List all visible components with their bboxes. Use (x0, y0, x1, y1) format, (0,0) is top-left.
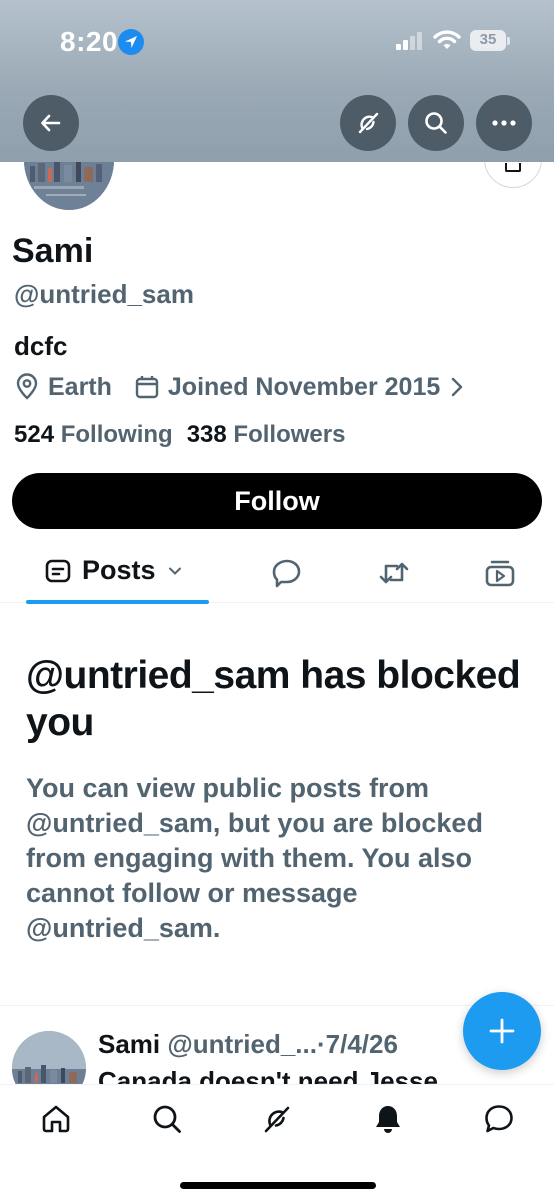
followers-label: Followers (233, 421, 346, 448)
tab-posts[interactable]: Posts (44, 555, 182, 586)
blocked-title: @untried_sam has blocked you (26, 654, 521, 744)
search-button[interactable] (408, 95, 464, 151)
tab-active-indicator (26, 600, 209, 604)
chevron-down-icon (168, 566, 182, 576)
bell-plus-icon (505, 163, 521, 172)
battery-nub (507, 37, 510, 45)
followers-count: 338 (186, 421, 227, 448)
grok-icon[interactable] (261, 1103, 293, 1135)
location-pin-icon (14, 373, 40, 401)
location-arrow-icon (118, 29, 144, 55)
profile-location: Earth (48, 372, 112, 401)
search-icon (425, 112, 447, 134)
profile-header: 8:20 35 (0, 0, 554, 162)
chevron-right-icon[interactable] (450, 376, 464, 398)
tweet-date: 7/4/26 (325, 1029, 398, 1059)
notifications-icon[interactable] (372, 1103, 404, 1135)
more-button[interactable] (476, 95, 532, 151)
home-icon[interactable] (40, 1103, 72, 1135)
messages-icon[interactable] (483, 1103, 515, 1135)
tweet-author-name[interactable]: Sami (98, 1029, 160, 1059)
tweet-separator: · (316, 1029, 326, 1059)
posts-icon (44, 557, 72, 585)
profile-stats: 524 Following 338 Followers (14, 421, 345, 449)
followers-link[interactable]: 338 Followers (187, 421, 346, 448)
calendar-icon (134, 374, 160, 400)
tweet-header: Sami @untried_...·7/4/26 (98, 1029, 398, 1060)
following-link[interactable]: 524 Following (14, 421, 173, 448)
home-indicator (180, 1182, 376, 1189)
follow-button[interactable]: Follow (12, 473, 542, 529)
bottom-nav (0, 1084, 554, 1200)
battery-level: 35 (479, 31, 497, 48)
tweet-author-handle[interactable]: @untried_... (167, 1029, 317, 1059)
compose-button[interactable] (463, 992, 541, 1070)
blocked-body: You can view public posts from @untried_… (26, 773, 483, 943)
grok-button[interactable] (340, 95, 396, 151)
profile-tabs: Posts (0, 545, 554, 604)
search-icon[interactable] (151, 1103, 183, 1135)
more-horizontal-icon (492, 120, 516, 126)
tab-posts-label: Posts (82, 555, 156, 585)
wifi-icon (433, 30, 461, 49)
reply-icon[interactable] (271, 557, 303, 589)
arrow-left-icon (41, 114, 61, 132)
grok-icon (358, 112, 379, 134)
profile-handle: @untried_sam (14, 279, 194, 309)
retweet-icon[interactable] (377, 557, 411, 589)
status-time: 8:20 (60, 26, 119, 57)
compose-plus-icon (489, 1018, 515, 1044)
profile-joined: Joined November 2015 (167, 372, 441, 401)
following-count: 524 (14, 421, 55, 448)
cellular-signal-icon (396, 32, 424, 50)
profile-name: Sami (12, 232, 94, 270)
following-label: Following (60, 421, 173, 448)
battery-icon: 35 (470, 30, 506, 51)
back-button[interactable] (23, 95, 79, 151)
media-icon[interactable] (484, 557, 516, 589)
profile-bio: dcfc (14, 331, 68, 361)
profile-meta: Earth Joined November 2015 (14, 370, 472, 404)
